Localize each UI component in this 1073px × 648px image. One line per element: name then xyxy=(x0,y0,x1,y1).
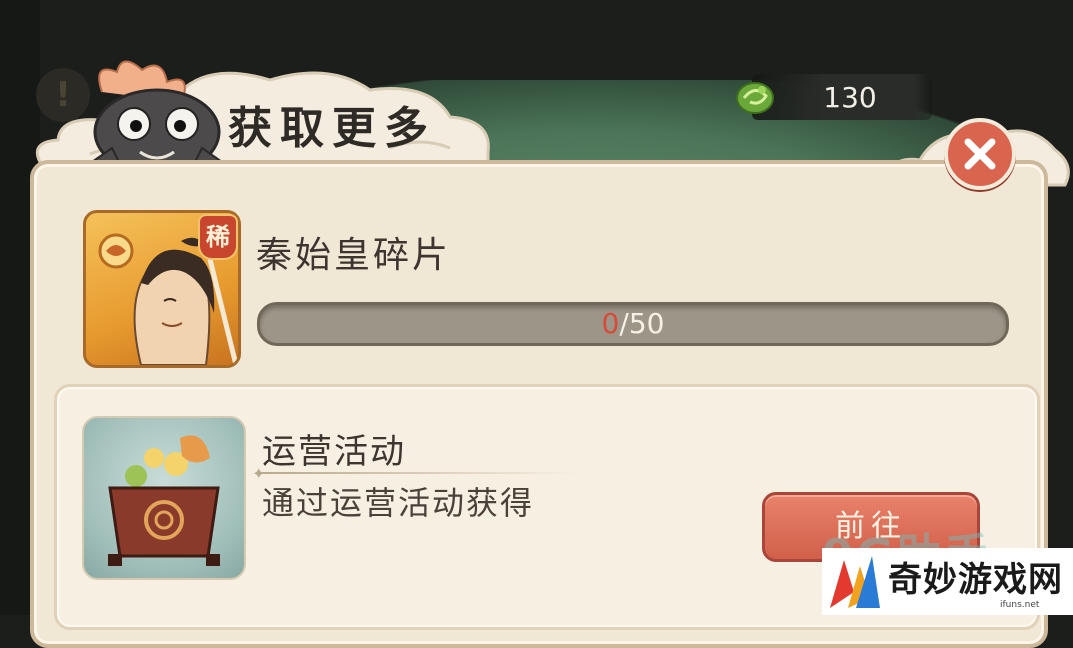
fragment-progress-bar: 0/50 xyxy=(257,302,1009,346)
close-icon xyxy=(964,138,996,170)
progress-label: 0/50 xyxy=(260,305,1006,343)
site-name: 奇妙游戏网 xyxy=(888,560,1063,600)
item-name: 秦始皇碎片 xyxy=(256,235,452,276)
progress-current: 0 xyxy=(601,307,620,340)
currency-amount: 130 xyxy=(823,81,877,114)
source-icon-frame xyxy=(82,416,246,580)
site-url: ifuns.net xyxy=(1000,600,1040,610)
progress-total: 50 xyxy=(628,307,665,340)
site-logo-icon xyxy=(830,556,880,608)
source-title: 运营活动 xyxy=(262,432,406,472)
page-title: 获取更多 xyxy=(228,103,436,154)
close-button[interactable] xyxy=(944,118,1016,190)
rarity-badge: 稀 xyxy=(198,214,238,260)
source-description: 通过运营活动获得 xyxy=(262,484,535,522)
source-divider xyxy=(260,472,580,474)
progress-separator: / xyxy=(619,307,629,340)
treasure-chest-icon xyxy=(108,435,220,566)
jade-dragon-icon xyxy=(736,82,774,114)
